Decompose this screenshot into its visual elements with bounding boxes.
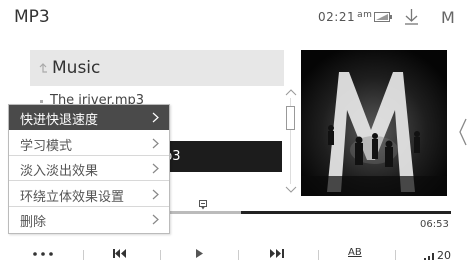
menu-item-label: 快进快退速度: [20, 113, 99, 128]
play-button[interactable]: [190, 236, 214, 271]
album-art: [301, 50, 447, 196]
divider: [83, 250, 84, 260]
chevron-right-icon: [152, 163, 159, 174]
divider: [318, 250, 319, 260]
volume-level: 20: [437, 249, 451, 262]
divider: [395, 250, 396, 260]
play-icon: [196, 249, 203, 258]
clock-ampm: am: [357, 10, 373, 20]
context-menu: 快进快退速度 学习模式 淡入淡出效果 环绕立体效果设置 删除: [8, 104, 170, 234]
more-icon: [33, 252, 53, 256]
ab-repeat-button[interactable]: AB: [344, 236, 372, 271]
previous-button[interactable]: [108, 236, 136, 271]
scroll-up-icon[interactable]: [285, 88, 297, 96]
battery-icon: [374, 12, 392, 22]
progress-start-segment: [168, 211, 241, 214]
chevron-right-icon: [152, 138, 159, 148]
next-icon: [270, 249, 284, 258]
ab-repeat-label: AB: [348, 247, 362, 258]
folder-up-icon: [39, 63, 47, 73]
list-bullet-icon: [40, 100, 43, 103]
divider: [238, 250, 239, 260]
menu-item-seek-speed[interactable]: 快进快退速度: [9, 105, 169, 130]
menu-item-learning-mode[interactable]: 学习模式: [9, 131, 169, 156]
folder-title: Music: [52, 58, 101, 78]
app-title: MP3: [14, 7, 50, 27]
scroll-down-icon[interactable]: [285, 186, 297, 194]
clock: 02:21 am: [318, 10, 372, 24]
menu-item-label: 环绕立体效果设置: [20, 189, 125, 205]
mp3-player-screen: MP3 02:21 am M Music The iriver.mp3 p3 0…: [0, 0, 472, 271]
scrollbar-thumb[interactable]: [286, 106, 295, 130]
playback-controls: AB 20: [0, 236, 472, 271]
menu-item-delete[interactable]: 删除: [9, 207, 169, 232]
divider: [160, 250, 161, 260]
folder-header[interactable]: Music: [30, 50, 284, 86]
menu-item-label: 删除: [20, 215, 47, 230]
status-bar: MP3 02:21 am M: [0, 0, 472, 34]
album-art-image: [301, 50, 447, 196]
menu-item-label: 学习模式: [20, 138, 73, 154]
next-button[interactable]: [264, 236, 292, 271]
chevron-right-icon: [152, 214, 159, 225]
clock-time: 02:21: [318, 10, 356, 24]
previous-icon: [113, 249, 126, 258]
download-icon: [405, 9, 418, 25]
menu-item-label: 淡入淡出效果: [20, 164, 99, 179]
progress-fill: [241, 211, 451, 214]
total-time: 06:53: [420, 219, 449, 230]
mode-indicator: M: [441, 8, 455, 27]
side-panel-arrow-icon[interactable]: [458, 117, 468, 147]
progress-marker-icon[interactable]: [199, 200, 207, 210]
menu-item-surround-settings[interactable]: 环绕立体效果设置: [9, 182, 169, 207]
chevron-right-icon: [152, 112, 159, 123]
volume-control[interactable]: 20: [420, 236, 460, 271]
menu-item-fade-effect[interactable]: 淡入淡出效果: [9, 156, 169, 181]
more-button[interactable]: [28, 236, 56, 271]
chevron-right-icon: [152, 189, 159, 199]
volume-icon: [424, 253, 434, 260]
